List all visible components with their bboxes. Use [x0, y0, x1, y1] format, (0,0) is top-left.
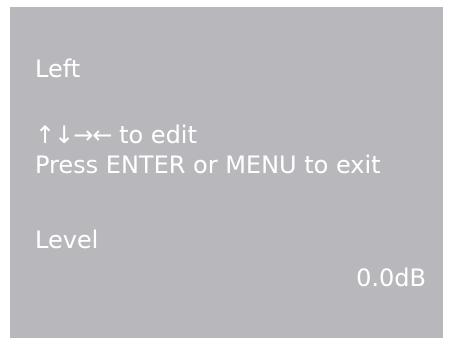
navigation-arrows-icon: ↑↓→←	[35, 121, 112, 149]
channel-label: Left	[35, 55, 81, 83]
edit-hint-text: to edit	[119, 121, 197, 149]
level-value[interactable]: 0.0dB	[356, 264, 426, 292]
menu-screen: Left ↑↓→← to edit Press ENTER or MENU to…	[10, 7, 443, 338]
edit-hint-row: ↑↓→← to edit	[35, 121, 197, 149]
exit-hint-text: Press ENTER or MENU to exit	[35, 151, 381, 179]
parameter-label: Level	[35, 226, 99, 254]
